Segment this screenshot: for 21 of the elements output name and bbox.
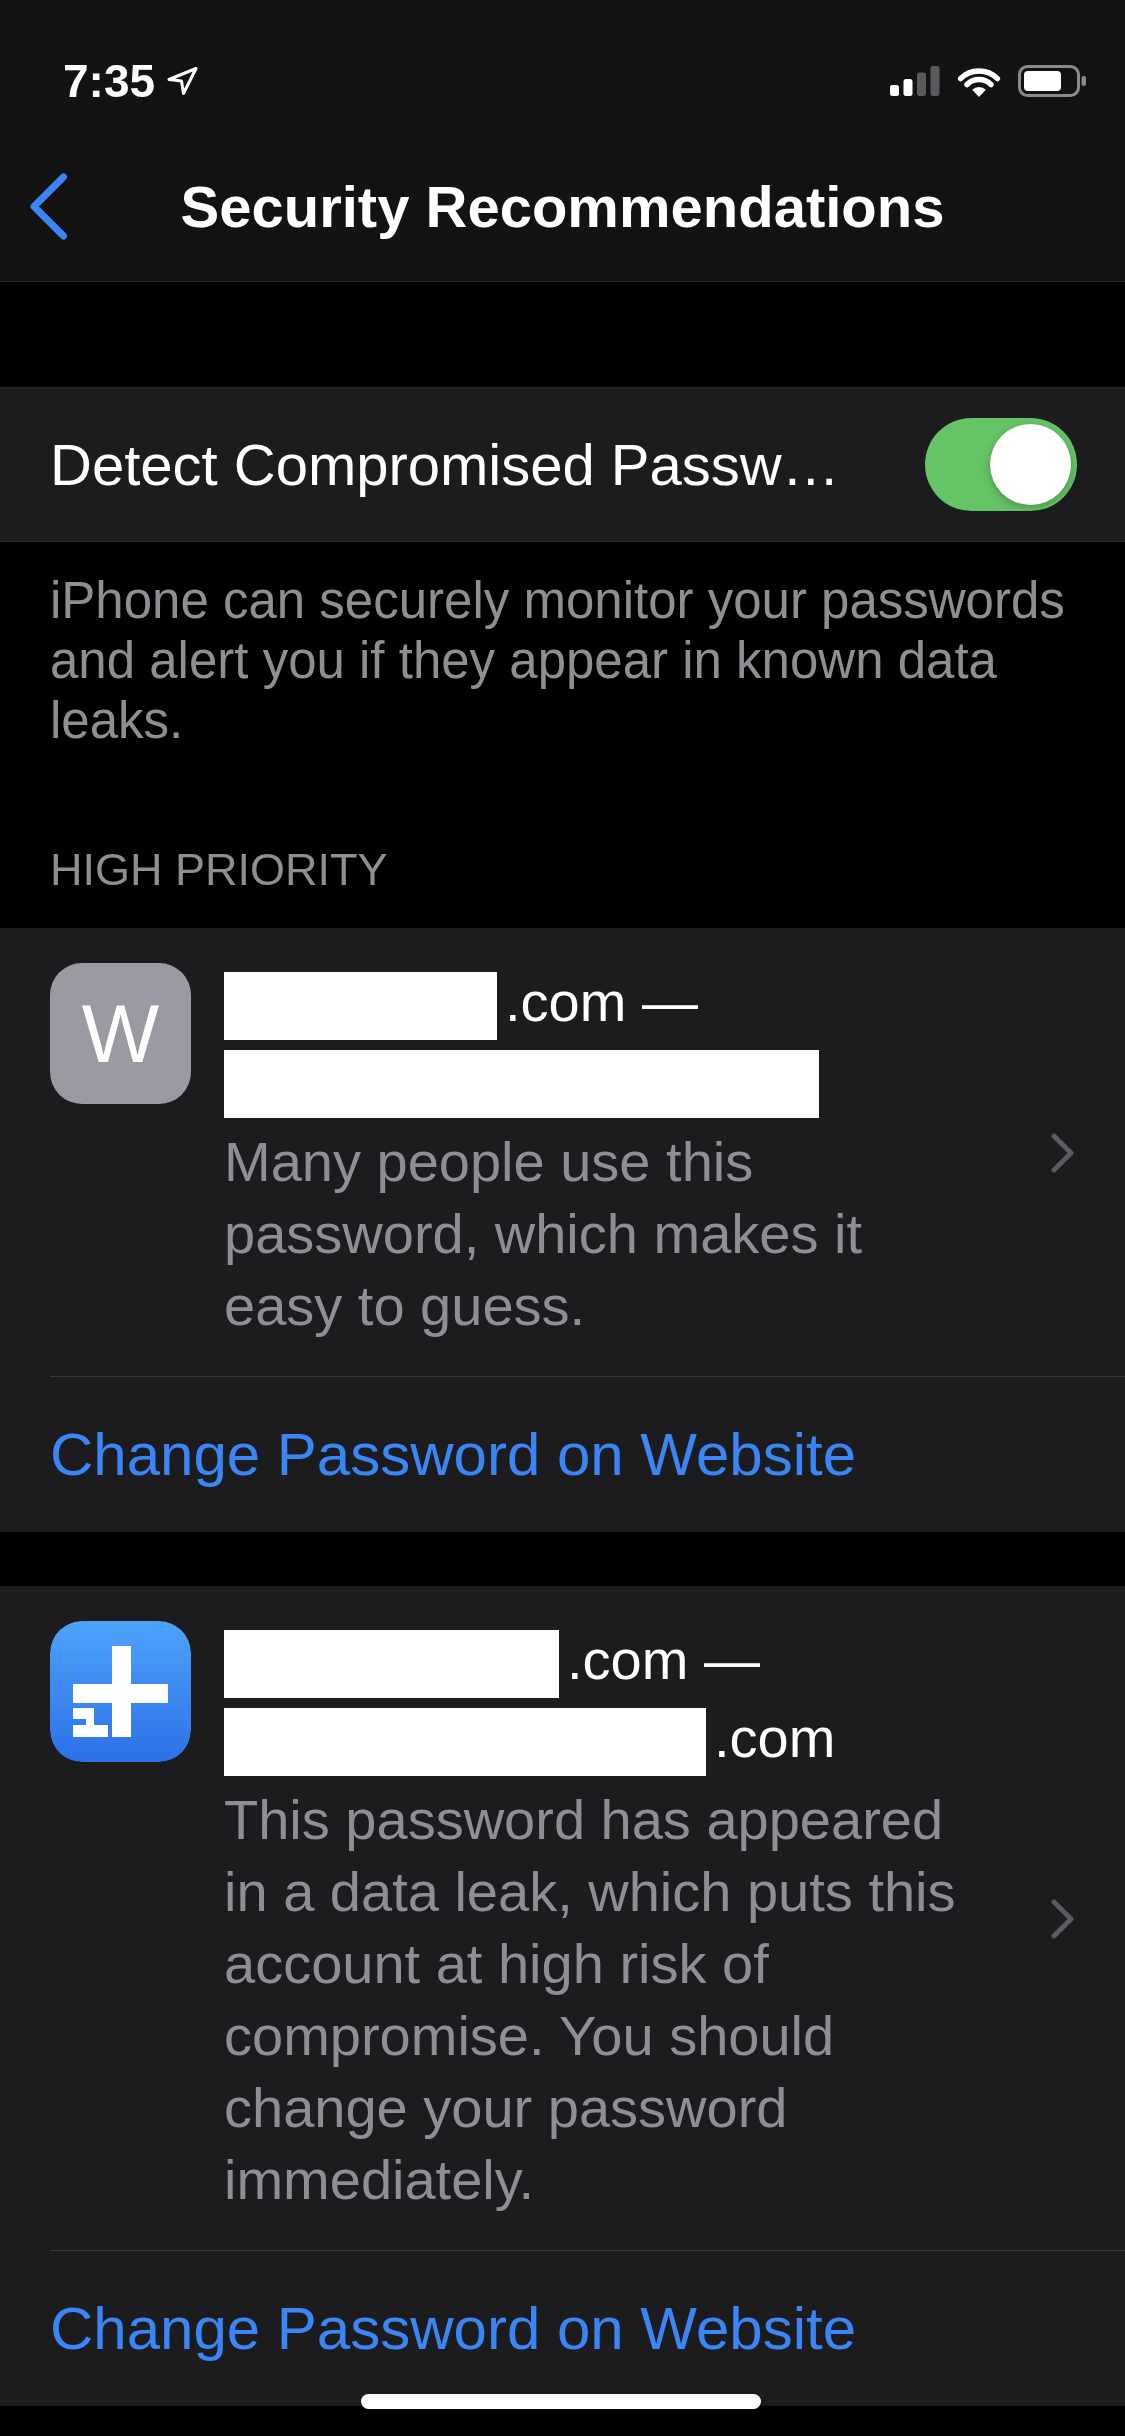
change-password-link[interactable]: Change Password on Website <box>50 1418 856 1491</box>
signal-icon <box>890 66 940 96</box>
recommendation-text: Many people use this password, which makes it easy to guess. <box>224 1129 863 1339</box>
section-header: HIGH PRIORITY <box>50 845 389 895</box>
chevron-right-icon <box>1051 1132 1075 1173</box>
nav-title: Security Recommendations <box>180 172 945 241</box>
letter-avatar: W <box>50 963 191 1104</box>
chevron-left-icon <box>29 173 68 240</box>
status-time: 7:35 <box>63 58 156 104</box>
recommendation-text: This password has appeared in a data leak, which puts this account at high risk of compromise. You should change your password immediately. <box>224 1787 957 2213</box>
footer-text: iPhone can securely monitor your passwords and alert you if they appear in known data leaks. <box>50 571 1066 751</box>
account-title: .com — <box>567 1628 760 1691</box>
wifi-icon <box>957 65 1001 97</box>
location-arrow-icon <box>167 67 199 95</box>
battery-icon <box>1018 65 1086 97</box>
account-title: .com <box>714 1706 836 1769</box>
chevron-right-icon <box>1051 1898 1075 1939</box>
account-title: .com — <box>505 970 698 1033</box>
change-password-link[interactable]: Change Password on Website <box>50 2292 856 2365</box>
plus-tile-icon <box>50 1621 191 1762</box>
setting-label: Detect Compromised Passw… <box>50 431 840 498</box>
